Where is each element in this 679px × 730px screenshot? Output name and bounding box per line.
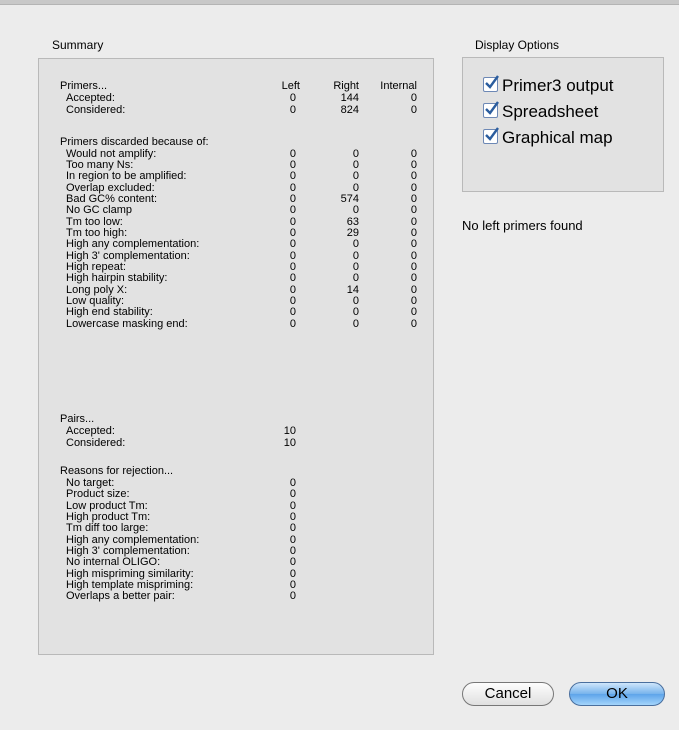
- row-label: Product size:: [66, 488, 130, 500]
- row-label: Tm diff too large:: [66, 522, 149, 534]
- row-label: No internal OLIGO:: [66, 556, 161, 568]
- status-message: No left primers found: [462, 218, 583, 233]
- row-label: High hairpin stability:: [66, 272, 168, 284]
- pairs-row: Considered: 10: [60, 437, 420, 450]
- checkbox-spreadsheet[interactable]: [483, 101, 499, 118]
- value-right: 0: [352, 318, 359, 330]
- value-internal: 0: [410, 318, 417, 330]
- checkbox-graphical-map[interactable]: [483, 127, 499, 144]
- row-label: High end stability:: [66, 306, 153, 318]
- option-label: Spreadsheet: [502, 102, 599, 121]
- value-left: 10: [283, 437, 296, 449]
- row-label: Accepted:: [66, 425, 115, 437]
- discarded-row: Lowercase masking end: 0 0 0: [60, 318, 420, 331]
- row-label: High any complementation:: [66, 238, 200, 250]
- value-internal: 0: [410, 104, 417, 116]
- value-left: 0: [289, 318, 296, 330]
- value-left: 0: [289, 104, 296, 116]
- primers-row: Considered: 0 824 0: [60, 104, 420, 117]
- rejection-row: Overlaps a better pair: 0: [60, 590, 420, 603]
- row-label: No GC clamp: [66, 204, 133, 216]
- display-options-title: Display Options: [475, 38, 560, 52]
- option-graphical-map[interactable]: Graphical map: [483, 127, 613, 149]
- window-top-border: [0, 0, 679, 5]
- row-label: Overlaps a better pair:: [66, 590, 175, 602]
- value-left: 0: [289, 590, 296, 602]
- ok-button[interactable]: OK: [569, 682, 665, 706]
- summary-title: Summary: [52, 38, 104, 52]
- value-right: 824: [340, 104, 359, 116]
- row-label: In region to be amplified:: [66, 170, 187, 182]
- checkbox-primer3-output[interactable]: [483, 75, 499, 92]
- option-label: Graphical map: [502, 128, 613, 147]
- row-label: Considered:: [66, 437, 126, 449]
- cancel-button[interactable]: Cancel: [462, 682, 554, 706]
- row-label: Considered:: [66, 104, 126, 116]
- option-label: Primer3 output: [502, 76, 614, 95]
- option-primer3-output[interactable]: Primer3 output: [483, 75, 614, 97]
- option-spreadsheet[interactable]: Spreadsheet: [483, 101, 598, 123]
- row-label: Accepted:: [66, 92, 115, 104]
- row-label: Lowercase masking end:: [66, 318, 188, 330]
